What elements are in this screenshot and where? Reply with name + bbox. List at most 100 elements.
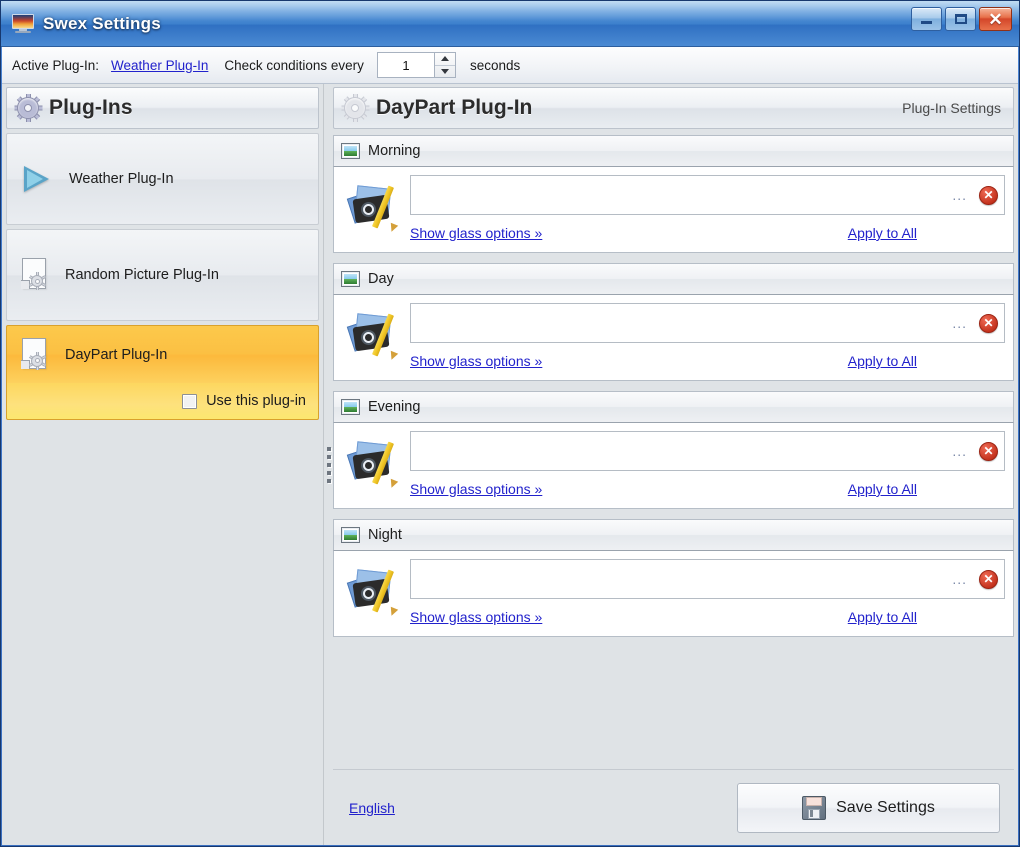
section-links: Show glass options » Apply to All — [410, 353, 1005, 369]
seconds-label: seconds — [469, 57, 521, 73]
section-header: Day — [333, 263, 1014, 295]
path-row: ... ✕ — [410, 303, 1005, 343]
maximize-icon — [954, 14, 967, 24]
section-fields: ... ✕ Show glass options » Apply to All — [410, 303, 1005, 369]
apply-to-all-link[interactable]: Apply to All — [848, 225, 917, 241]
photo-edit-icon — [346, 563, 402, 619]
sidebar-item-weather-plugin[interactable]: Weather Plug-In — [6, 133, 319, 225]
use-plugin-row: Use this plug-in — [6, 383, 319, 420]
window-controls: ✕ — [911, 7, 1012, 31]
sidebar-item-label: Random Picture Plug-In — [65, 267, 219, 283]
active-plugin-link[interactable]: Weather Plug-In — [111, 58, 208, 73]
photo-edit-icon — [346, 435, 402, 491]
sidebar-title: Plug-Ins — [49, 96, 133, 119]
interval-increment-button[interactable] — [434, 53, 455, 66]
sidebar-item-daypart-plugin[interactable]: DayPart Plug-In — [6, 325, 319, 383]
footer: English Save Settings — [333, 769, 1014, 845]
section-links: Show glass options » Apply to All — [410, 609, 1005, 625]
toolbar: Active Plug-In: Weather Plug-In Check co… — [2, 47, 1018, 84]
section-links: Show glass options » Apply to All — [410, 481, 1005, 497]
section-body: ... ✕ Show glass options » Apply to All — [333, 551, 1014, 637]
clear-button[interactable]: ✕ — [979, 185, 998, 205]
photo-edit-icon — [346, 179, 402, 235]
interval-stepper[interactable]: 1 — [376, 52, 456, 78]
section-night: Night ... ✕ Show glass options » Apply t… — [333, 519, 1014, 637]
section-fields: ... ✕ Show glass options » Apply to All — [410, 431, 1005, 497]
save-settings-button[interactable]: Save Settings — [737, 782, 1000, 833]
interval-input[interactable]: 1 — [376, 52, 434, 78]
active-plugin-label: Active Plug-In: — [12, 57, 100, 73]
maximize-button[interactable] — [945, 7, 976, 31]
document-gear-icon — [21, 258, 51, 292]
section-fields: ... ✕ Show glass options » Apply to All — [410, 175, 1005, 241]
image-path-input[interactable] — [419, 571, 943, 587]
daypart-sections: Morning ... ✕ Show glass options » Apply… — [333, 129, 1018, 769]
picture-icon — [341, 399, 360, 415]
plugin-list: Weather Plug-In Random Picture Plug-In D… — [2, 129, 323, 428]
sidebar: Plug-Ins Weather Plug-In Random Picture … — [2, 84, 324, 845]
section-header: Night — [333, 519, 1014, 551]
body-area: Plug-Ins Weather Plug-In Random Picture … — [2, 84, 1018, 845]
window-title: Swex Settings — [43, 13, 161, 33]
section-title: Day — [368, 271, 394, 287]
picture-icon — [341, 527, 360, 543]
section-header: Morning — [333, 135, 1014, 167]
apply-to-all-link[interactable]: Apply to All — [848, 353, 917, 369]
main-panel: DayPart Plug-In Plug-In Settings Morning — [333, 84, 1018, 845]
browse-button[interactable]: ... — [942, 443, 977, 459]
clear-button[interactable]: ✕ — [979, 313, 998, 333]
apply-to-all-link[interactable]: Apply to All — [848, 481, 917, 497]
clear-button[interactable]: ✕ — [979, 441, 998, 461]
interval-spin-buttons[interactable] — [433, 52, 456, 78]
gear-icon — [14, 94, 43, 122]
splitter-grip-icon — [326, 446, 331, 483]
show-glass-options-link[interactable]: Show glass options » — [410, 225, 542, 241]
browse-button[interactable]: ... — [942, 315, 977, 331]
floppy-disk-icon — [802, 795, 827, 820]
section-title: Evening — [368, 399, 421, 415]
use-plugin-label: Use this plug-in — [206, 393, 306, 409]
check-conditions-label: Check conditions every — [224, 57, 364, 73]
clear-button[interactable]: ✕ — [979, 569, 998, 589]
save-settings-label: Save Settings — [836, 798, 935, 816]
language-link[interactable]: English — [349, 800, 395, 816]
sidebar-item-random-picture-plugin[interactable]: Random Picture Plug-In — [6, 229, 319, 321]
path-row: ... ✕ — [410, 559, 1005, 599]
section-body: ... ✕ Show glass options » Apply to All — [333, 295, 1014, 381]
close-icon: ✕ — [988, 9, 1003, 29]
page-title: DayPart Plug-In — [376, 96, 533, 119]
section-fields: ... ✕ Show glass options » Apply to All — [410, 559, 1005, 625]
picture-icon — [341, 143, 360, 159]
image-path-input[interactable] — [419, 187, 943, 203]
interval-decrement-button[interactable] — [435, 66, 455, 78]
chevron-up-icon — [440, 56, 449, 62]
section-links: Show glass options » Apply to All — [410, 225, 1005, 241]
page-subtitle: Plug-In Settings — [902, 100, 1001, 116]
show-glass-options-link[interactable]: Show glass options » — [410, 481, 542, 497]
browse-button[interactable]: ... — [942, 571, 977, 587]
picture-icon — [341, 271, 360, 287]
application-window: Swex Settings ✕ Active Plug-In: Weather … — [0, 0, 1020, 847]
path-row: ... ✕ — [410, 175, 1005, 215]
sidebar-header: Plug-Ins — [6, 87, 319, 129]
close-button[interactable]: ✕ — [979, 7, 1012, 31]
apply-to-all-link[interactable]: Apply to All — [848, 609, 917, 625]
show-glass-options-link[interactable]: Show glass options » — [410, 609, 542, 625]
section-title: Night — [368, 527, 402, 543]
section-header: Evening — [333, 391, 1014, 423]
title-bar: Swex Settings ✕ — [1, 1, 1019, 47]
section-title: Morning — [368, 143, 421, 159]
chevron-down-icon — [440, 68, 449, 74]
document-gear-icon — [21, 337, 51, 372]
browse-button[interactable]: ... — [942, 187, 977, 203]
use-plugin-checkbox[interactable] — [182, 393, 198, 409]
minimize-button[interactable] — [911, 7, 942, 31]
section-body: ... ✕ Show glass options » Apply to All — [333, 423, 1014, 509]
panel-splitter[interactable] — [324, 84, 333, 845]
section-day: Day ... ✕ Show glass options » Apply to … — [333, 263, 1014, 381]
image-path-input[interactable] — [419, 315, 943, 331]
blue-arrow-icon — [21, 164, 55, 194]
image-path-input[interactable] — [419, 443, 943, 459]
photo-edit-icon — [346, 307, 402, 363]
show-glass-options-link[interactable]: Show glass options » — [410, 353, 542, 369]
